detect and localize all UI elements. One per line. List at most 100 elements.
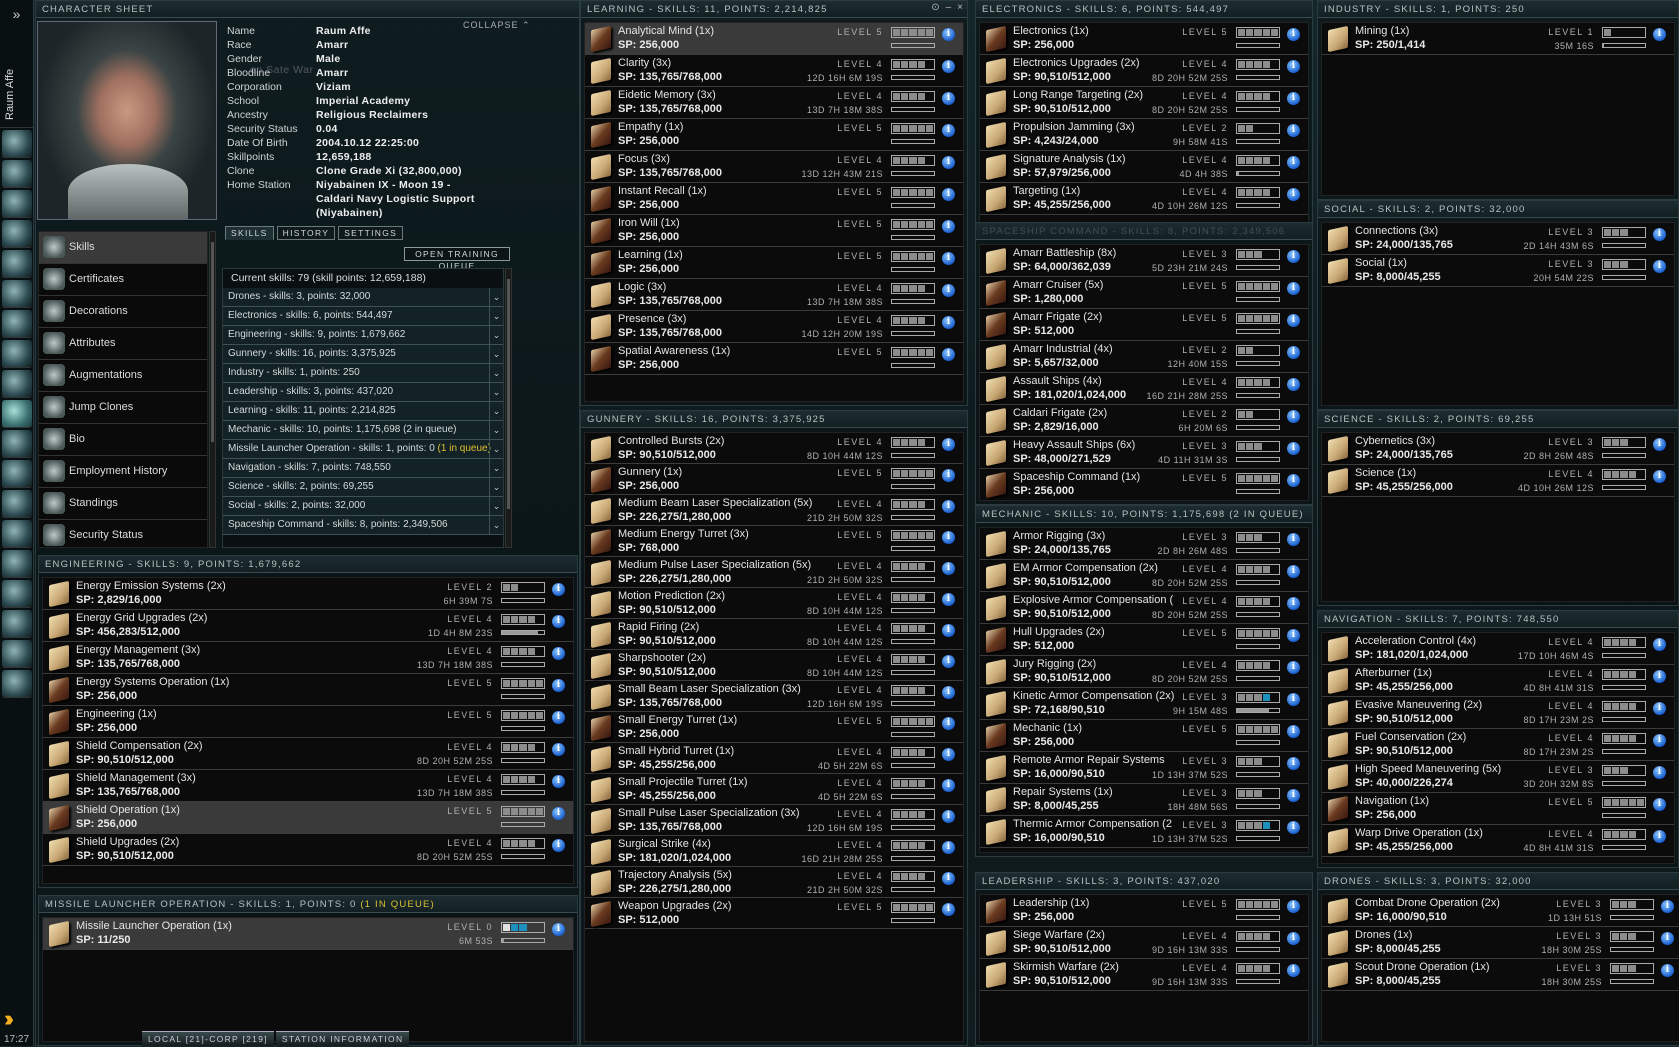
info-icon[interactable]: i [942, 779, 955, 792]
skill-row[interactable]: Instant Recall (1x) SP: 256,000 LEVEL 5 i [585, 183, 963, 215]
skill-row[interactable]: Amarr Industrial (4x) SP: 5,657/32,000 LEV… [980, 341, 1308, 373]
info-icon[interactable]: i [942, 438, 955, 451]
mail-icon[interactable] [1, 190, 32, 218]
skill-queue-icon[interactable] [1, 400, 32, 428]
skill-row[interactable]: Electronics (1x) SP: 256,000 LEVEL 5 i [980, 23, 1308, 55]
info-icon[interactable]: i [942, 469, 955, 482]
skill-row[interactable]: Controlled Bursts (2x) SP: 90,510/512,000… [585, 433, 963, 464]
skill-row[interactable]: Navigation (1x) SP: 256,000 LEVEL 5 i [1322, 793, 1674, 825]
info-icon[interactable]: i [942, 220, 955, 233]
skill-row[interactable]: Skirmish Warfare (2x) SP: 90,510/512,000 L… [980, 959, 1308, 991]
skill-row[interactable]: Scout Drone Operation (1x) SP: 8,000/45,2… [1322, 959, 1679, 991]
info-icon[interactable]: i [1287, 964, 1300, 977]
info-icon[interactable]: i [1653, 470, 1666, 483]
expand-chevron-icon[interactable]: ⌄ [489, 402, 503, 420]
info-icon[interactable]: i [1287, 474, 1300, 487]
skill-row[interactable]: Surgical Strike (4x) SP: 181,020/1,024,00… [585, 836, 963, 867]
info-icon[interactable]: i [1287, 378, 1300, 391]
skill-group-row[interactable]: Engineering - skills: 9, points: 1,679,6… [223, 326, 503, 345]
info-icon[interactable]: i [942, 28, 955, 41]
skill-row[interactable]: Small Beam Laser Specialization (3x) SP: … [585, 681, 963, 712]
info-icon[interactable]: i [1287, 757, 1300, 770]
info-icon[interactable]: i [1287, 693, 1300, 706]
info-icon[interactable]: i [1287, 410, 1300, 423]
ship-icon[interactable] [1, 640, 32, 668]
skill-row[interactable]: Small Energy Turret (1x) SP: 256,000 LEVEL… [585, 712, 963, 743]
skill-row[interactable]: Heavy Assault Ships (6x) SP: 48,000/271,5… [980, 437, 1308, 469]
info-icon[interactable]: i [942, 810, 955, 823]
info-icon[interactable]: i [1661, 964, 1674, 977]
skill-row[interactable]: Thermic Armor Compensation (2 SP: 16,000/… [980, 816, 1308, 848]
info-icon[interactable]: i [1653, 766, 1666, 779]
fitting-icon[interactable] [1, 220, 32, 248]
skill-row[interactable]: Mechanic (1x) SP: 256,000 LEVEL 5 i [980, 720, 1308, 752]
nav-item-standings[interactable]: Standings [39, 488, 207, 520]
info-icon[interactable]: i [942, 748, 955, 761]
skill-row[interactable]: Cybernetics (3x) SP: 24,000/135,765 LEVEL … [1322, 433, 1674, 465]
info-icon[interactable]: i [552, 775, 565, 788]
skill-row[interactable]: Small Hybrid Turret (1x) SP: 45,255/256,0… [585, 743, 963, 774]
skill-group-row[interactable]: Mechanic - skills: 10, points: 1,175,698… [223, 421, 503, 440]
science-industry-icon[interactable] [1, 460, 32, 488]
expand-chevron-icon[interactable]: ⌄ [489, 364, 503, 382]
neocom-arrows-icon[interactable]: ››› [4, 1006, 14, 1032]
expand-chevron-icon[interactable]: ⌄ [489, 516, 503, 534]
skill-row[interactable]: Shield Management (3x) SP: 135,765/768,00… [43, 770, 573, 802]
info-icon[interactable]: i [1653, 228, 1666, 241]
skill-row[interactable]: Spatial Awareness (1x) SP: 256,000 LEVEL 5… [585, 343, 963, 375]
info-icon[interactable]: i [942, 531, 955, 544]
skill-row[interactable]: Propulsion Jamming (3x) SP: 4,243/24,000 L… [980, 119, 1308, 151]
skill-group-row[interactable]: Electronics - skills: 6, points: 544,497… [223, 307, 503, 326]
skill-group-row[interactable]: Gunnery - skills: 16, points: 3,375,925 ⌄ [223, 345, 503, 364]
info-icon[interactable]: i [1287, 789, 1300, 802]
info-icon[interactable]: i [942, 92, 955, 105]
info-icon[interactable]: i [942, 903, 955, 916]
skill-row[interactable]: Energy Management (3x) SP: 135,765/768,00… [43, 642, 573, 674]
expand-chevron-icon[interactable]: ⌄ [489, 326, 503, 344]
skill-row[interactable]: Siege Warfare (2x) SP: 90,510/512,000 LEVE… [980, 927, 1308, 959]
skill-row[interactable]: Armor Rigging (3x) SP: 24,000/135,765 LEVE… [980, 528, 1308, 560]
info-icon[interactable]: i [552, 923, 565, 936]
expand-chevron-icon[interactable]: ⌄ [489, 288, 503, 306]
station-information-tab[interactable]: STATION INFORMATION [275, 1031, 410, 1046]
skill-group-row[interactable]: Leadership - skills: 3, points: 437,020 ⌄ [223, 383, 503, 402]
info-icon[interactable]: i [942, 188, 955, 201]
expand-toolbar-icon[interactable]: » [0, 0, 33, 28]
info-icon[interactable]: i [552, 615, 565, 628]
expand-chevron-icon[interactable]: ⌄ [489, 459, 503, 477]
skill-row[interactable]: Jury Rigging (2x) SP: 90,510/512,000 LEVEL… [980, 656, 1308, 688]
skill-row[interactable]: Amarr Cruiser (5x) SP: 1,280,000 LEVEL 5 i [980, 277, 1308, 309]
info-icon[interactable]: i [942, 717, 955, 730]
info-icon[interactable]: i [942, 624, 955, 637]
info-icon[interactable]: i [942, 252, 955, 265]
info-icon[interactable]: i [942, 872, 955, 885]
skill-row[interactable]: Signature Analysis (1x) SP: 57,979/256,00… [980, 151, 1308, 183]
info-icon[interactable]: i [1287, 124, 1300, 137]
skill-row[interactable]: Medium Energy Turret (3x) SP: 768,000 LEVE… [585, 526, 963, 557]
skill-row[interactable]: Amarr Frigate (2x) SP: 512,000 LEVEL 5 i [980, 309, 1308, 341]
summary-scrollbar[interactable] [505, 268, 512, 548]
info-icon[interactable]: i [1287, 442, 1300, 455]
skill-group-row[interactable]: Learning - skills: 11, points: 2,214,825… [223, 402, 503, 421]
skill-row[interactable]: Energy Grid Upgrades (2x) SP: 456,283/512… [43, 610, 573, 642]
skill-row[interactable]: Spaceship Command (1x) SP: 256,000 LEVEL 5… [980, 469, 1308, 500]
nav-item-augmentations[interactable]: Augmentations [39, 360, 207, 392]
skill-group-row[interactable]: Spaceship Command - skills: 8, points: 2… [223, 516, 503, 535]
nav-item-decorations[interactable]: Decorations [39, 296, 207, 328]
skill-group-row[interactable]: Science - skills: 2, points: 69,255 ⌄ [223, 478, 503, 497]
info-icon[interactable]: i [1653, 830, 1666, 843]
info-icon[interactable]: i [942, 593, 955, 606]
skill-row[interactable]: Small Projectile Turret (1x) SP: 45,255/2… [585, 774, 963, 805]
character-sheet-icon[interactable] [1, 130, 32, 158]
info-icon[interactable]: i [1287, 597, 1300, 610]
skill-row[interactable]: Motion Prediction (2x) SP: 90,510/512,000… [585, 588, 963, 619]
skill-row[interactable]: Sharpshooter (2x) SP: 90,510/512,000 LEVEL… [585, 650, 963, 681]
expand-chevron-icon[interactable]: ⌄ [489, 478, 503, 496]
skill-row[interactable]: Empathy (1x) SP: 256,000 LEVEL 5 i [585, 119, 963, 151]
nav-item-bio[interactable]: Bio [39, 424, 207, 456]
skill-row[interactable]: Long Range Targeting (2x) SP: 90,510/512,… [980, 87, 1308, 119]
info-icon[interactable]: i [1287, 661, 1300, 674]
info-icon[interactable]: i [552, 647, 565, 660]
settings-button[interactable]: ⊙ [931, 2, 939, 13]
medal-icon[interactable] [1, 580, 32, 608]
